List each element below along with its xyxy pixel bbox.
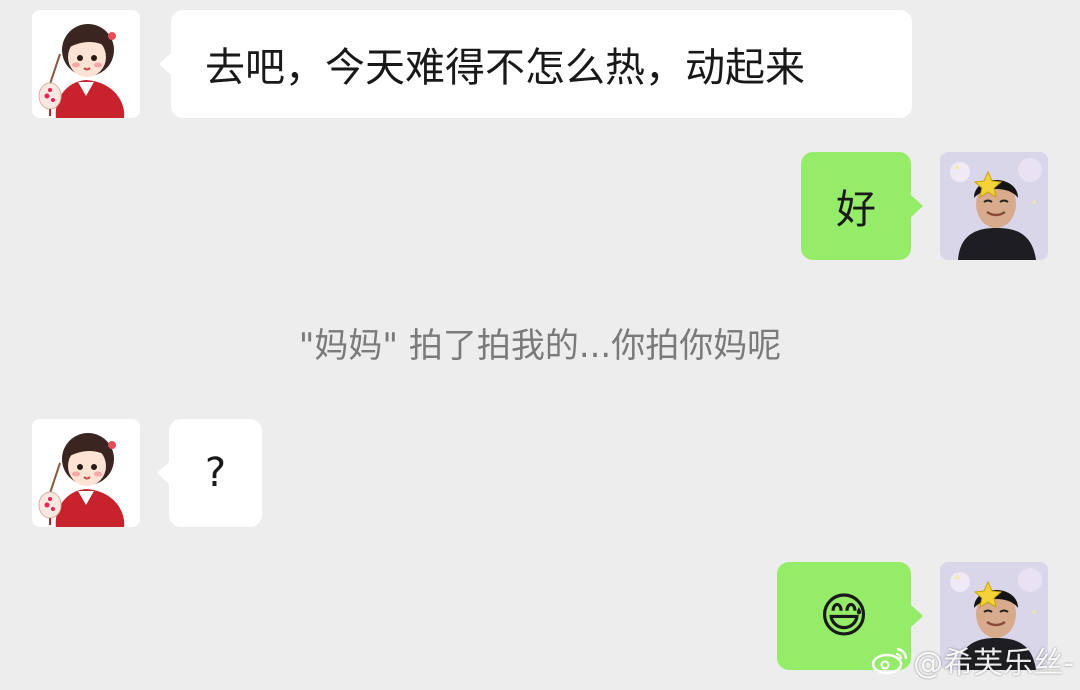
message-text: 去吧，今天难得不怎么热，动起来 [205,45,805,91]
boy-avatar-photo [940,152,1048,260]
bubble-tail [910,604,923,628]
watermark-text: @希芙乐丝- [913,646,1074,681]
girl-avatar[interactable] [32,419,140,527]
message-bubble[interactable]: ? [157,419,262,527]
message-text: 好 [836,187,876,233]
message-bubble[interactable]: 去吧，今天难得不怎么热，动起来 [159,10,912,118]
bubble-tail [910,194,923,218]
system-message-pat: "妈妈" 拍了拍我的...你拍你妈呢 [298,326,782,366]
girl-avatar-illustration [32,10,140,118]
message-text: ? [204,450,227,496]
weibo-logo-icon [871,647,908,675]
boy-avatar[interactable] [940,152,1048,260]
girl-avatar-illustration [32,419,140,527]
bubble-tail [157,461,170,485]
bubble-tail [159,52,172,76]
girl-avatar[interactable] [32,10,140,118]
sweat-smile-emoji: 😅 [818,588,870,644]
weibo-watermark: @希芙乐丝- [871,638,1074,682]
message-bubble[interactable]: 好 [801,152,923,260]
